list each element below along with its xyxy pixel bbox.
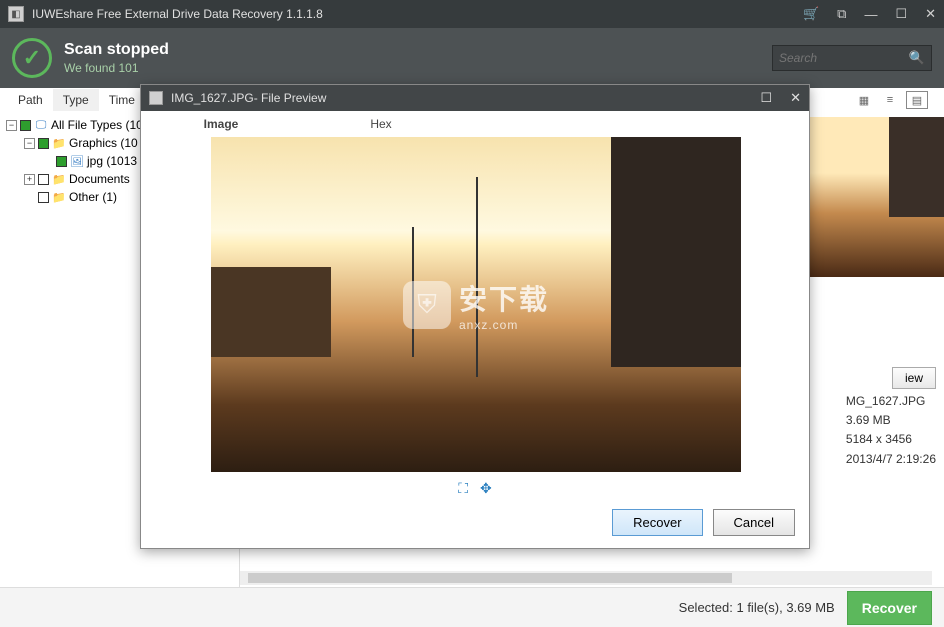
modal-title-text: IMG_1627.JPG- File Preview	[171, 91, 326, 105]
checkbox[interactable]	[38, 174, 49, 185]
tree-root-label: All File Types (10	[51, 118, 143, 132]
img-building-right	[611, 137, 741, 367]
modal-maximize-icon[interactable]: ☐	[760, 90, 772, 106]
tree-documents-label: Documents	[69, 172, 130, 186]
status-bar: Selected: 1 file(s), 3.69 MB Recover	[0, 587, 944, 627]
maximize-icon[interactable]: ☐	[895, 6, 907, 22]
tab-image[interactable]: Image	[141, 112, 301, 136]
watermark-main: 安下载	[459, 278, 549, 318]
detail-date: 2013/4/7 2:19:26	[846, 450, 936, 469]
search-input[interactable]	[779, 51, 909, 65]
image-icon: 🖼	[70, 154, 84, 168]
view-grid-icon[interactable]: ▦	[854, 91, 874, 109]
col-path[interactable]: Path	[8, 89, 53, 111]
scan-status: Scan stopped	[64, 41, 169, 59]
preview-button[interactable]: iew	[892, 367, 936, 389]
scan-text: Scan stopped We found 101	[64, 41, 169, 75]
thumb-building	[889, 117, 944, 217]
horizontal-scrollbar[interactable]	[240, 571, 932, 585]
view-list-icon[interactable]: ≡	[880, 91, 900, 109]
tree-graphics-label: Graphics (10	[69, 136, 138, 150]
search-icon[interactable]: 🔍	[909, 50, 925, 66]
img-building-left	[211, 267, 331, 357]
file-details: MG_1627.JPG 3.69 MB 5184 x 3456 2013/4/7…	[846, 392, 936, 469]
window-restore-icon[interactable]: ⧉	[837, 6, 846, 22]
folder-icon: 📁	[52, 136, 66, 150]
thumbnail-preview	[794, 117, 944, 277]
pan-icon[interactable]: ✥	[480, 480, 492, 497]
modal-titlebar: IMG_1627.JPG- File Preview ☐ ✕	[141, 85, 809, 111]
col-time[interactable]: Time	[99, 89, 145, 111]
scan-found: We found 101	[64, 61, 169, 75]
tree-jpg-label: jpg (1013	[87, 154, 137, 168]
detail-dims: 5184 x 3456	[846, 430, 936, 449]
expand-icon[interactable]: +	[24, 174, 35, 185]
folder-icon: 📁	[52, 190, 66, 204]
selection-text: Selected: 1 file(s), 3.69 MB	[679, 600, 835, 615]
modal-cancel-button[interactable]: Cancel	[713, 509, 795, 536]
preview-modal: IMG_1627.JPG- File Preview ☐ ✕ Image Hex…	[140, 84, 810, 549]
scan-status-band: Scan stopped We found 101 🔍	[0, 28, 944, 88]
view-switcher: ▦ ≡ ▤	[854, 91, 936, 109]
modal-close-icon[interactable]: ✕	[790, 90, 801, 106]
title-actions: 🛒 ⧉ — ☐ ✕	[803, 6, 936, 22]
modal-recover-button[interactable]: Recover	[612, 509, 702, 536]
crop-icon[interactable]: ⛶	[458, 480, 468, 497]
tab-hex[interactable]: Hex	[301, 112, 461, 136]
watermark-text: 安下载 anxz.com	[459, 278, 549, 332]
detail-size: 3.69 MB	[846, 411, 936, 430]
collapse-icon[interactable]: −	[6, 120, 17, 131]
modal-image: 安下载 anxz.com	[211, 137, 741, 472]
checkbox[interactable]	[20, 120, 31, 131]
drive-icon: 🖵	[34, 118, 48, 132]
scrollbar-thumb[interactable]	[248, 573, 732, 583]
cart-icon[interactable]: 🛒	[803, 6, 819, 22]
col-type[interactable]: Type	[53, 89, 99, 111]
watermark: 安下载 anxz.com	[403, 278, 549, 332]
modal-tools: ⛶ ✥	[141, 472, 809, 503]
app-icon	[8, 6, 24, 22]
search-box[interactable]: 🔍	[772, 45, 932, 71]
modal-actions: ☐ ✕	[760, 90, 801, 106]
modal-footer: Recover Cancel	[141, 503, 809, 546]
modal-tabs: Image Hex	[141, 111, 809, 137]
watermark-shield-icon	[403, 281, 451, 329]
close-icon[interactable]: ✕	[925, 6, 936, 22]
checkbox[interactable]	[38, 138, 49, 149]
checkbox[interactable]	[38, 192, 49, 203]
modal-app-icon	[149, 91, 163, 105]
app-title: IUWEshare Free External Drive Data Recov…	[32, 7, 323, 21]
check-circle-icon	[12, 38, 52, 78]
collapse-icon[interactable]: −	[24, 138, 35, 149]
view-detail-icon[interactable]: ▤	[906, 91, 928, 109]
folder-icon: 📁	[52, 172, 66, 186]
modal-image-wrap: 安下载 anxz.com	[141, 137, 809, 472]
recover-button[interactable]: Recover	[847, 591, 932, 625]
minimize-icon[interactable]: —	[864, 7, 877, 22]
tree-other-label: Other (1)	[69, 190, 117, 204]
watermark-sub: anxz.com	[459, 318, 549, 332]
checkbox[interactable]	[56, 156, 67, 167]
titlebar: IUWEshare Free External Drive Data Recov…	[0, 0, 944, 28]
detail-name: MG_1627.JPG	[846, 392, 936, 411]
